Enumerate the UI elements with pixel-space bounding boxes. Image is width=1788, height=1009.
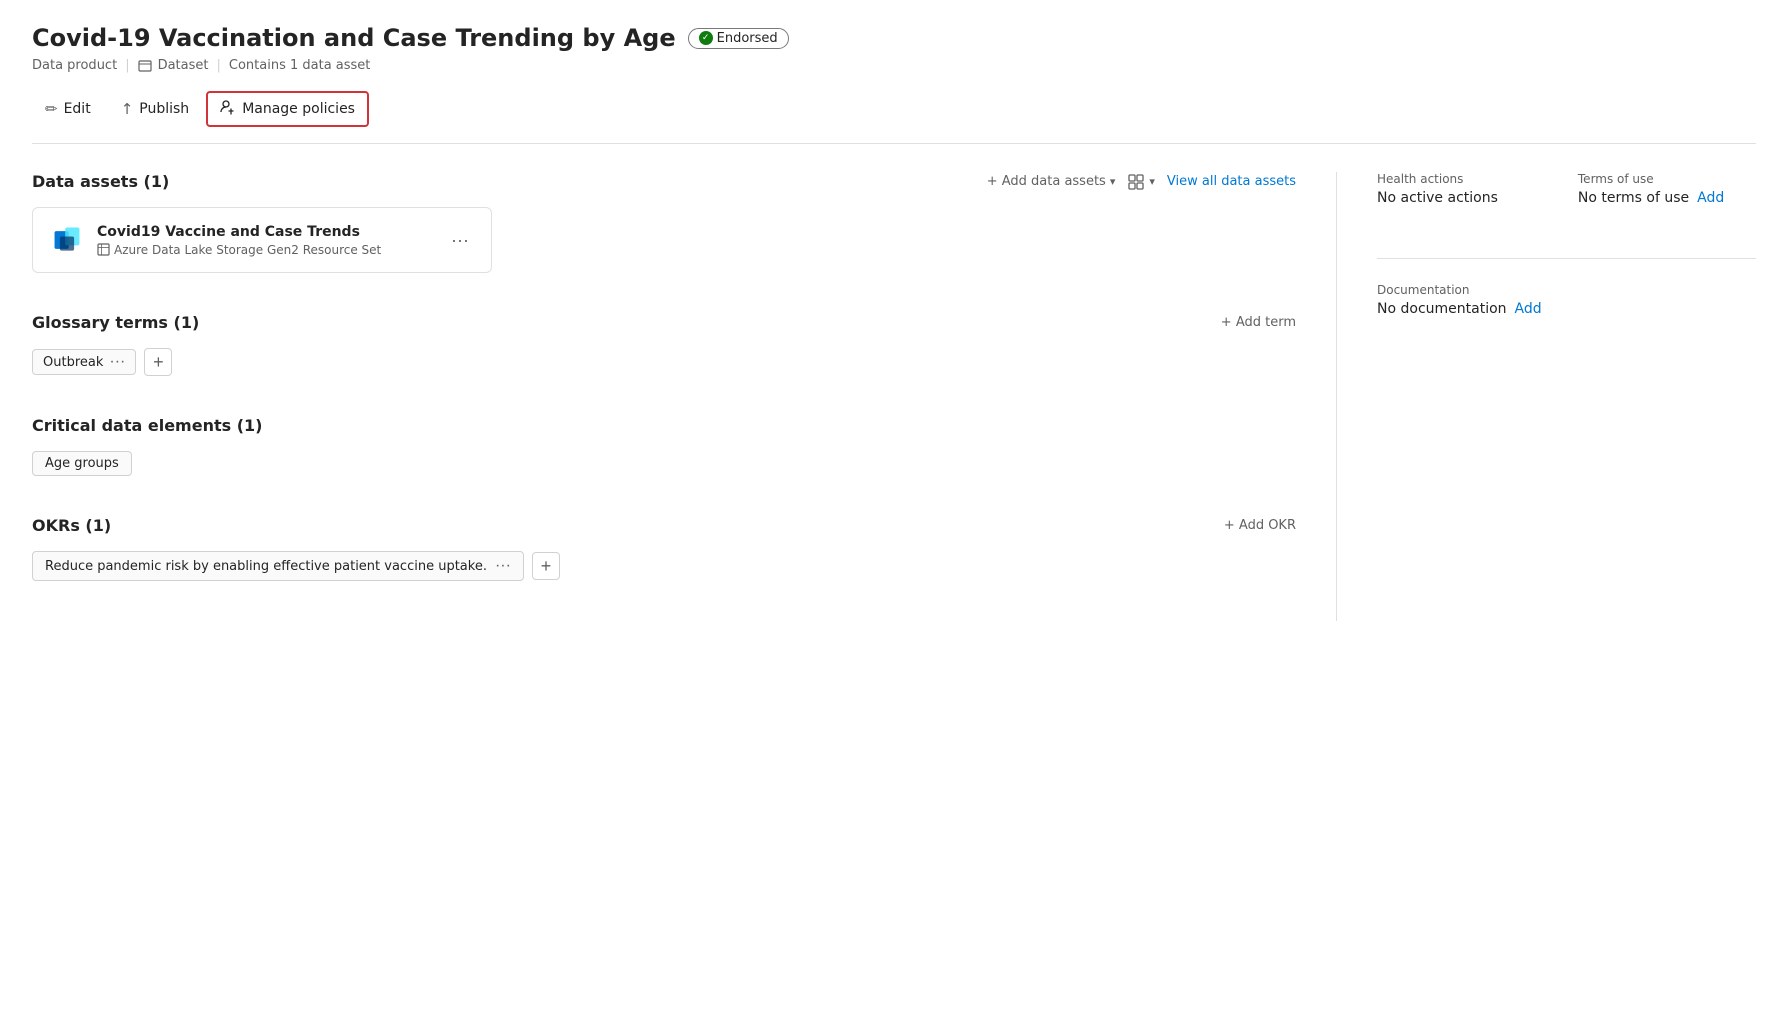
health-actions-label: Health actions <box>1377 172 1498 186</box>
okr-text[interactable]: Reduce pandemic risk by enabling effecti… <box>32 551 524 581</box>
terms-of-use-add-link[interactable]: Add <box>1697 190 1724 206</box>
add-term-label: + Add term <box>1221 315 1296 330</box>
outbreak-more-button[interactable]: ··· <box>109 354 125 370</box>
endorsed-badge: ✓ Endorsed <box>688 28 789 49</box>
page-header: Covid-19 Vaccination and Case Trending b… <box>32 24 1756 52</box>
documentation-add-link[interactable]: Add <box>1515 301 1542 317</box>
asset-more-button[interactable]: ··· <box>445 229 475 251</box>
publish-icon: ↑ <box>121 100 134 118</box>
add-glossary-term-button[interactable]: + <box>144 348 172 376</box>
data-assets-section: Data assets (1) + Add data assets ▾ <box>32 172 1296 273</box>
glossary-term-outbreak[interactable]: Outbreak ··· <box>32 349 136 375</box>
glossary-terms-section: Glossary terms (1) + Add term Outbreak ·… <box>32 313 1296 376</box>
right-divider <box>1377 258 1756 259</box>
terms-of-use-text: No terms of use <box>1578 190 1689 206</box>
add-term-button[interactable]: + Add term <box>1221 315 1296 330</box>
documentation-section: Documentation No documentation Add <box>1377 283 1756 317</box>
publish-button[interactable]: ↑ Publish <box>108 93 202 125</box>
add-data-assets-label: + Add data assets <box>987 174 1106 189</box>
glossary-terms-header: Glossary terms (1) + Add term <box>32 313 1296 332</box>
cde-list: Age groups <box>32 451 1296 476</box>
okrs-header: OKRs (1) + Add OKR <box>32 516 1296 535</box>
breadcrumb: Data product | Dataset | Contains 1 data… <box>32 58 1756 73</box>
cde-header: Critical data elements (1) <box>32 416 1296 435</box>
add-okr-label: + Add OKR <box>1224 518 1296 533</box>
cde-age-groups[interactable]: Age groups <box>32 451 132 476</box>
breadcrumb-dataset-icon: Dataset <box>138 58 209 73</box>
cde-section: Critical data elements (1) Age groups <box>32 416 1296 476</box>
publish-label: Publish <box>139 101 189 117</box>
health-actions-section: Health actions No active actions <box>1377 172 1498 206</box>
terms-of-use-label: Terms of use <box>1578 172 1724 186</box>
cde-label: Age groups <box>45 456 119 471</box>
okr-label: Reduce pandemic risk by enabling effecti… <box>45 559 487 574</box>
data-assets-actions: + Add data assets ▾ ▾ View all data asse… <box>987 173 1296 191</box>
documentation-label: Documentation <box>1377 283 1756 297</box>
glossary-terms-title: Glossary terms (1) <box>32 313 199 332</box>
manage-policies-icon <box>220 99 236 119</box>
breadcrumb-contains: Contains 1 data asset <box>229 58 371 73</box>
manage-policies-label: Manage policies <box>242 101 355 117</box>
edit-button[interactable]: ✏ Edit <box>32 93 104 125</box>
asset-icon <box>49 222 85 258</box>
data-assets-header: Data assets (1) + Add data assets ▾ <box>32 172 1296 191</box>
breadcrumb-dataset: Dataset <box>158 58 209 73</box>
add-data-assets-button[interactable]: + Add data assets ▾ <box>987 174 1116 189</box>
grid-icon <box>1127 173 1145 191</box>
okr-more-button[interactable]: ··· <box>495 558 511 574</box>
right-panel: Health actions No active actions Terms o… <box>1336 172 1756 621</box>
health-actions-value: No active actions <box>1377 190 1498 206</box>
asset-name: Covid19 Vaccine and Case Trends <box>97 224 433 240</box>
breadcrumb-data-product: Data product <box>32 58 117 73</box>
asset-type-label: Azure Data Lake Storage Gen2 Resource Se… <box>114 243 381 257</box>
documentation-value: No documentation Add <box>1377 301 1756 317</box>
terms-of-use-section: Terms of use No terms of use Add <box>1578 172 1724 206</box>
okr-item: Reduce pandemic risk by enabling effecti… <box>32 551 1296 581</box>
toolbar: ✏ Edit ↑ Publish Manage policies <box>32 91 1756 144</box>
breadcrumb-sep2: | <box>217 58 221 73</box>
glossary-terms-list: Outbreak ··· + <box>32 348 1296 376</box>
terms-of-use-value: No terms of use Add <box>1578 190 1724 206</box>
edit-label: Edit <box>64 101 91 117</box>
data-asset-card[interactable]: Covid19 Vaccine and Case Trends Azure Da… <box>32 207 492 273</box>
manage-policies-button[interactable]: Manage policies <box>206 91 369 127</box>
endorsed-label: Endorsed <box>717 31 778 46</box>
documentation-text: No documentation <box>1377 301 1507 317</box>
add-data-assets-chevron-icon: ▾ <box>1110 175 1116 188</box>
glossary-term-label: Outbreak <box>43 355 103 370</box>
add-okr-plus-button[interactable]: + <box>532 552 560 580</box>
asset-info: Covid19 Vaccine and Case Trends Azure Da… <box>97 224 433 257</box>
okrs-title: OKRs (1) <box>32 516 111 535</box>
okrs-section: OKRs (1) + Add OKR Reduce pandemic risk … <box>32 516 1296 581</box>
add-okr-button[interactable]: + Add OKR <box>1224 518 1296 533</box>
asset-type-icon <box>97 243 110 256</box>
edit-icon: ✏ <box>45 100 58 118</box>
layout-chevron-icon: ▾ <box>1149 175 1155 188</box>
data-assets-title: Data assets (1) <box>32 172 169 191</box>
asset-type: Azure Data Lake Storage Gen2 Resource Se… <box>97 243 433 257</box>
page-title: Covid-19 Vaccination and Case Trending b… <box>32 24 676 52</box>
right-top-row: Health actions No active actions Terms o… <box>1377 172 1756 234</box>
breadcrumb-sep1: | <box>125 58 129 73</box>
main-layout: Data assets (1) + Add data assets ▾ <box>32 172 1756 621</box>
endorsed-check-icon: ✓ <box>699 31 713 45</box>
view-all-data-assets-link[interactable]: View all data assets <box>1167 174 1296 189</box>
left-column: Data assets (1) + Add data assets ▾ <box>32 172 1296 621</box>
view-layout-button[interactable]: ▾ <box>1127 173 1155 191</box>
cde-title: Critical data elements (1) <box>32 416 262 435</box>
